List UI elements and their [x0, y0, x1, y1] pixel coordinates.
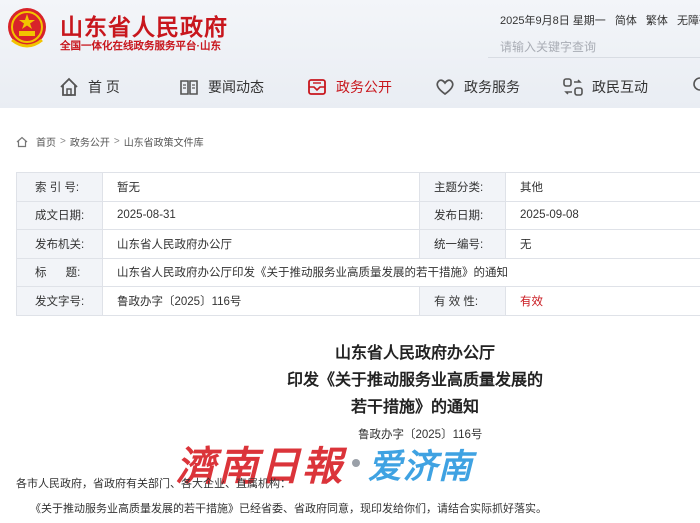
index-value: 暂无	[102, 172, 420, 202]
document-title: 山东省人民政府办公厅 印发《关于推动服务业高质量发展的 若干措施》的通知	[250, 340, 580, 421]
unified-number-value: 无	[505, 229, 700, 259]
nav-item-services[interactable]: 政务服务	[434, 74, 520, 100]
table-row: 发文字号: 鲁政办字〔2025〕116号 有 效 性: 有效	[16, 286, 700, 316]
people-exchange-icon	[563, 78, 583, 96]
table-row: 索 引 号: 暂无 主题分类: 其他	[16, 172, 700, 202]
mailbox-icon	[308, 79, 326, 95]
nav-item-home[interactable]: 首 页	[58, 74, 120, 100]
issuer-label: 发布机关:	[16, 229, 103, 259]
breadcrumb-policy-library[interactable]: 山东省政策文件库	[124, 134, 204, 149]
created-date-value: 2025-08-31	[102, 200, 420, 230]
validity-value: 有效	[505, 286, 700, 316]
site-title[interactable]: 山东省人民政府	[60, 8, 228, 42]
watermark-text-ai-jinan: 爱济南	[368, 447, 473, 486]
index-label: 索 引 号:	[16, 172, 103, 202]
validity-label: 有 效 性:	[419, 286, 506, 316]
search-input[interactable]: 请输入关键字查询	[488, 32, 700, 58]
breadcrumb: 首页 > 政务公开 > 山东省政策文件库	[16, 134, 204, 149]
table-row: 成文日期: 2025-08-31 发布日期: 2025-09-08	[16, 200, 700, 230]
simplified-link[interactable]: 简体	[615, 15, 637, 27]
national-emblem-icon[interactable]	[6, 6, 48, 52]
accessibility-link[interactable]: 无障碍	[677, 15, 700, 27]
book-icon	[180, 80, 198, 95]
breadcrumb-separator: >	[60, 136, 66, 147]
more-icon	[693, 77, 700, 91]
category-value: 其他	[505, 172, 700, 202]
table-row: 标 题: 山东省人民政府办公厅印发《关于推动服务业高质量发展的若干措施》的通知	[16, 257, 700, 287]
main-nav: 首 页 要闻动态 政务公开 政务服务 政民互动	[0, 66, 700, 108]
issuer-value: 山东省人民政府办公厅	[102, 229, 420, 259]
title-value: 山东省人民政府办公厅印发《关于推动服务业高质量发展的若干措施》的通知	[102, 257, 700, 287]
unified-number-label: 统一编号:	[419, 229, 506, 259]
doc-number-label: 发文字号:	[16, 286, 103, 316]
top-links: 2025年9月8日 星期一 简体 繁体 无障碍	[500, 12, 700, 28]
table-row: 发布机关: 山东省人民政府办公厅 统一编号: 无	[16, 229, 700, 259]
nav-label: 政民互动	[592, 79, 648, 95]
traditional-link[interactable]: 繁体	[646, 15, 668, 27]
watermark-dot	[352, 459, 360, 467]
nav-item-news[interactable]: 要闻动态	[178, 74, 264, 100]
nav-label: 要闻动态	[208, 79, 264, 95]
category-label: 主题分类:	[419, 172, 506, 202]
nav-item-more[interactable]	[690, 74, 700, 100]
created-date-label: 成文日期:	[16, 200, 103, 230]
document-title-line: 印发《关于推动服务业高质量发展的	[286, 372, 543, 389]
current-date: 2025年9月8日 星期一	[500, 15, 606, 27]
heart-hands-icon	[436, 79, 454, 96]
nav-label: 政务服务	[464, 79, 520, 95]
breadcrumb-gov-affairs[interactable]: 政务公开	[70, 134, 110, 149]
document-title-line: 山东省人民政府办公厅	[334, 345, 495, 362]
home-icon[interactable]	[16, 136, 28, 148]
nav-item-gov-affairs[interactable]: 政务公开	[306, 74, 392, 100]
document-info-table: 索 引 号: 暂无 主题分类: 其他 成文日期: 2025-08-31 发布日期…	[16, 172, 700, 316]
published-date-label: 发布日期:	[419, 200, 506, 230]
nav-label: 首 页	[88, 79, 120, 95]
published-date-value: 2025-09-08	[505, 200, 700, 230]
document-recipients: 各市人民政府，省政府有关部门、各大企业、直属机构：	[16, 478, 291, 490]
breadcrumb-home[interactable]: 首页	[36, 134, 56, 149]
title-label: 标 题:	[16, 257, 103, 287]
nav-label: 政务公开	[336, 79, 392, 95]
site-subtitle: 全国一体化在线政务服务平台·山东	[60, 40, 221, 52]
site-header: 山东省人民政府 全国一体化在线政务服务平台·山东 2025年9月8日 星期一 简…	[0, 0, 700, 108]
home-icon	[60, 77, 78, 96]
nav-item-interaction[interactable]: 政民互动	[562, 74, 648, 100]
doc-number-value: 鲁政办字〔2025〕116号	[102, 286, 420, 316]
document-title-line: 若干措施》的通知	[350, 399, 479, 416]
breadcrumb-separator: >	[113, 136, 120, 147]
document-body-paragraph: 《关于推动服务业高质量发展的若干措施》已经省委、省政府同意，现印发给你们，请结合…	[30, 503, 547, 515]
